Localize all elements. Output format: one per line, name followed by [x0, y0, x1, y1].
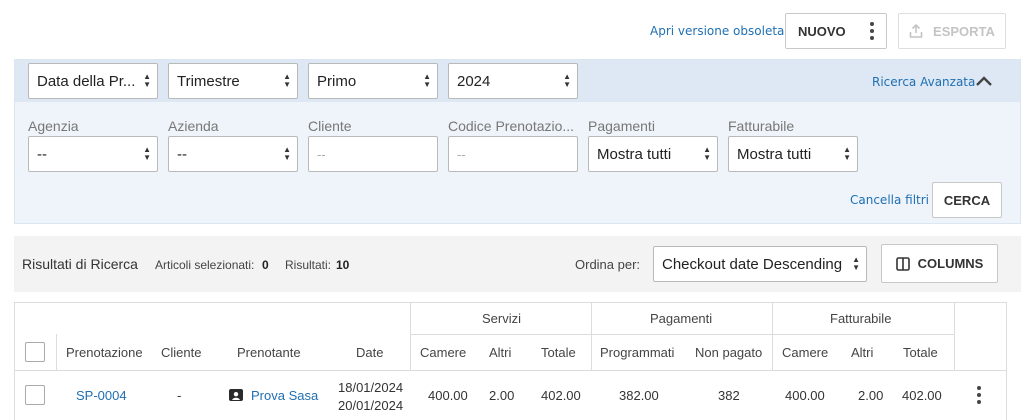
upload-icon — [909, 23, 923, 38]
select-caret-icon: ▲ ▼ — [563, 72, 571, 89]
select-caret-icon: ▲ ▼ — [283, 72, 291, 89]
chevron-up-icon[interactable] — [975, 75, 993, 87]
columns-button[interactable]: COLUMNS — [881, 244, 998, 283]
column-header-booker[interactable]: Prenotante — [237, 345, 301, 360]
kebab-vertical-icon[interactable] — [870, 22, 874, 40]
cell-billable-other: 2.00 — [858, 388, 884, 403]
date-type-select[interactable]: Data della Pr... ▲ ▼ — [28, 63, 158, 99]
column-header-billable-other[interactable]: Altri — [851, 345, 873, 360]
search-button-label: CERCA — [943, 192, 991, 208]
column-header-services-other[interactable]: Altri — [489, 345, 511, 360]
export-button-label: ESPORTA — [933, 23, 995, 39]
period-type-select[interactable]: Trimestre ▲ ▼ — [168, 63, 298, 99]
booking-code-input[interactable]: -- — [448, 136, 578, 172]
period-type-value: Trimestre — [177, 72, 240, 90]
column-header-billable-rooms[interactable]: Camere — [782, 345, 828, 360]
client-label: Cliente — [308, 118, 352, 134]
clear-filters-link[interactable]: Cancella filtri — [850, 193, 929, 207]
column-divider — [954, 302, 955, 370]
group-header-divider — [410, 334, 954, 335]
select-caret-icon: ▲ ▼ — [423, 72, 431, 89]
billable-value: Mostra tutti — [737, 145, 812, 163]
results-count: 10 — [336, 258, 350, 272]
select-caret-icon: ▲ ▼ — [283, 145, 291, 162]
billable-label: Fatturabile — [728, 118, 795, 134]
new-button[interactable]: NUOVO — [785, 13, 887, 49]
column-header-services-rooms[interactable]: Camere — [420, 345, 466, 360]
booker-link[interactable]: Prova Sasa — [251, 388, 318, 403]
select-caret-icon: ▲ ▼ — [843, 145, 851, 162]
row-actions-kebab-icon[interactable] — [977, 386, 981, 404]
search-button[interactable]: CERCA — [932, 182, 1002, 218]
agency-select[interactable]: -- ▲ ▼ — [28, 136, 158, 172]
payments-label: Pagamenti — [588, 118, 655, 134]
column-header-booking[interactable]: Prenotazione — [66, 345, 143, 360]
billable-select[interactable]: Mostra tutti ▲ ▼ — [728, 136, 858, 172]
cell-services-other: 2.00 — [489, 388, 515, 403]
year-select[interactable]: 2024 ▲ ▼ — [448, 63, 578, 99]
payments-value: Mostra tutti — [597, 145, 672, 163]
cell-services-rooms: 400.00 — [428, 388, 468, 403]
period-select[interactable]: Primo ▲ ▼ — [308, 63, 438, 99]
column-header-billable-total[interactable]: Totale — [903, 345, 938, 360]
column-divider — [772, 302, 773, 370]
agency-value: -- — [37, 145, 47, 163]
cell-date-to: 20/01/2024 — [338, 398, 404, 413]
column-header-payments-unpaid[interactable]: Non pagato — [695, 345, 762, 360]
group-header-services: Servizi — [482, 311, 522, 326]
period-value: Primo — [317, 72, 357, 90]
selected-items-count: 0 — [262, 258, 269, 272]
header-bottom-divider — [14, 370, 1007, 371]
select-all-checkbox[interactable] — [25, 342, 45, 362]
columns-button-label: COLUMNS — [917, 256, 984, 271]
column-header-services-total[interactable]: Totale — [541, 345, 576, 360]
company-select[interactable]: -- ▲ ▼ — [168, 136, 298, 172]
date-type-value: Data della Pr... — [37, 72, 136, 90]
select-caret-icon: ▲ ▼ — [143, 145, 151, 162]
group-header-billable: Fatturabile — [830, 311, 892, 326]
cell-payments-unpaid: 382 — [718, 388, 740, 403]
group-header-payments: Pagamenti — [650, 311, 713, 326]
client-placeholder: -- — [317, 146, 326, 162]
client-input[interactable]: -- — [308, 136, 438, 172]
results-count-label: Risultati: — [285, 258, 332, 272]
cell-date-from: 18/01/2024 — [338, 380, 404, 395]
booking-code-label: Codice Prenotazio... — [448, 118, 575, 134]
user-badge-icon — [229, 389, 243, 401]
column-divider — [410, 302, 411, 370]
sort-select[interactable]: Checkout date Descending ▲ ▼ — [653, 246, 867, 282]
sort-label: Ordina per: — [575, 257, 641, 272]
sort-value: Checkout date Descending — [662, 255, 843, 273]
column-header-client[interactable]: Cliente — [161, 345, 201, 360]
column-divider — [56, 334, 57, 370]
open-obsolete-version-link[interactable]: Apri versione obsoleta — [650, 24, 784, 38]
column-divider — [591, 302, 592, 370]
export-button[interactable]: ESPORTA — [898, 13, 1006, 49]
select-caret-icon: ▲ ▼ — [143, 72, 151, 89]
cell-billable-total: 402.00 — [902, 388, 942, 403]
agency-label: Agenzia — [28, 118, 79, 134]
column-header-date[interactable]: Date — [356, 345, 383, 360]
cell-payments-scheduled: 382.00 — [619, 388, 659, 403]
advanced-search-link[interactable]: Ricerca Avanzata — [872, 75, 975, 89]
cell-services-total: 402.00 — [541, 388, 581, 403]
cell-client: - — [177, 388, 182, 403]
row-checkbox[interactable] — [25, 385, 45, 405]
company-value: -- — [177, 145, 187, 163]
booking-code-placeholder: -- — [457, 146, 466, 162]
selected-items-label: Articoli selezionati: — [155, 258, 255, 272]
payments-select[interactable]: Mostra tutti ▲ ▼ — [588, 136, 718, 172]
cell-billable-rooms: 400.00 — [785, 388, 825, 403]
booking-link[interactable]: SP-0004 — [76, 388, 127, 403]
columns-icon — [895, 256, 910, 271]
year-value: 2024 — [457, 72, 491, 90]
new-button-label: NUOVO — [798, 23, 846, 39]
column-header-payments-scheduled[interactable]: Programmati — [600, 345, 674, 360]
results-title: Risultati di Ricerca — [22, 256, 138, 272]
company-label: Azienda — [168, 118, 219, 134]
select-caret-icon: ▲ ▼ — [852, 255, 860, 272]
select-caret-icon: ▲ ▼ — [703, 145, 711, 162]
